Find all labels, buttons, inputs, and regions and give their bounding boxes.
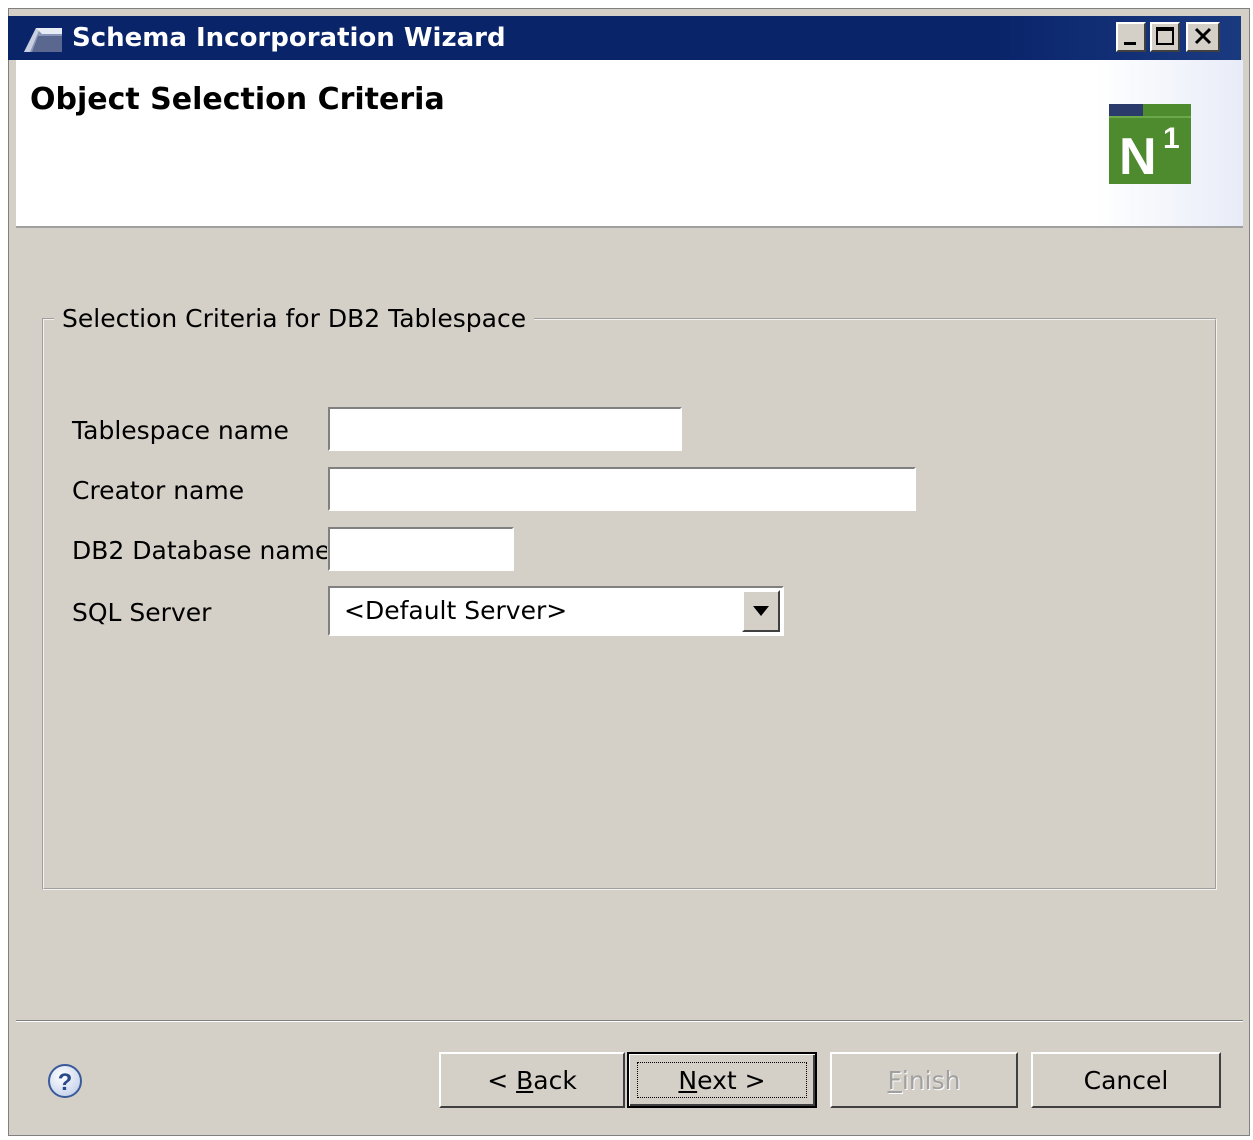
back-button-prefix: < bbox=[487, 1065, 517, 1095]
sql-server-dropdown-button[interactable] bbox=[742, 590, 780, 632]
db2-database-name-input[interactable] bbox=[327, 526, 515, 572]
group-legend: Selection Criteria for DB2 Tablespace bbox=[62, 304, 527, 333]
focus-rectangle bbox=[637, 1062, 807, 1098]
next-button[interactable]: Next > bbox=[627, 1052, 817, 1108]
db2-database-name-label: DB2 Database name bbox=[72, 536, 331, 565]
close-button[interactable] bbox=[1186, 22, 1220, 52]
footer-separator bbox=[16, 1020, 1243, 1022]
logo-superscript: 1 bbox=[1163, 122, 1180, 155]
svg-text:?: ? bbox=[58, 1069, 73, 1096]
window-title: Schema Incorporation Wizard bbox=[72, 23, 506, 53]
sql-server-label: SQL Server bbox=[72, 598, 212, 627]
sql-server-selected-value: <Default Server> bbox=[344, 596, 568, 625]
title-bar[interactable]: Schema Incorporation Wizard bbox=[8, 16, 1241, 60]
minimize-icon bbox=[1124, 42, 1136, 45]
logo-letter: N bbox=[1119, 128, 1157, 184]
finish-button-mnemonic: F bbox=[887, 1065, 902, 1095]
help-icon: ? bbox=[48, 1064, 82, 1098]
tablespace-name-input[interactable] bbox=[327, 406, 683, 452]
creator-name-input[interactable] bbox=[327, 466, 917, 512]
maximize-icon bbox=[1156, 27, 1174, 45]
minimize-button[interactable] bbox=[1116, 22, 1146, 52]
finish-button[interactable]: Finish bbox=[830, 1052, 1018, 1108]
creator-name-label: Creator name bbox=[72, 476, 245, 505]
wizard-banner: Object Selection Criteria N 1 bbox=[16, 60, 1243, 228]
back-button-label-rest: ack bbox=[533, 1065, 577, 1095]
help-button[interactable]: ? bbox=[46, 1062, 84, 1100]
page-title: Object Selection Criteria bbox=[30, 82, 445, 117]
wizard-icon bbox=[22, 24, 64, 54]
n1-logo: N 1 bbox=[1109, 104, 1191, 186]
maximize-button[interactable] bbox=[1150, 22, 1180, 52]
sql-server-select[interactable]: <Default Server> bbox=[328, 586, 784, 636]
tablespace-name-label: Tablespace name bbox=[72, 416, 289, 445]
close-icon bbox=[1194, 27, 1212, 45]
back-button-mnemonic: B bbox=[516, 1065, 534, 1095]
finish-button-label-rest: inish bbox=[901, 1065, 961, 1095]
back-button[interactable]: < Back bbox=[439, 1052, 625, 1108]
cancel-button[interactable]: Cancel bbox=[1031, 1052, 1221, 1108]
chevron-down-icon bbox=[753, 606, 769, 616]
